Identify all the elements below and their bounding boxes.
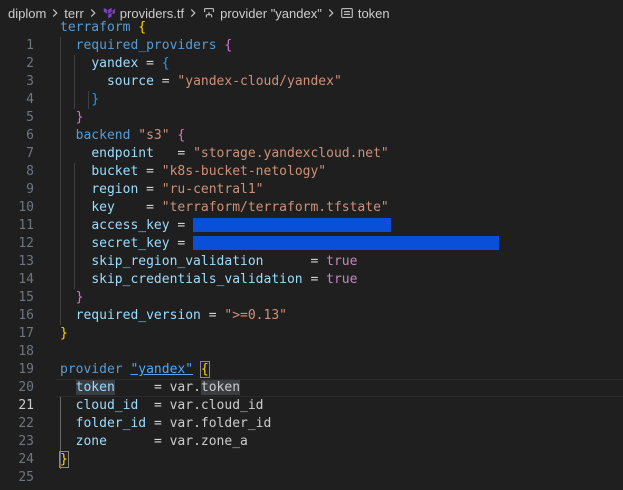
code-editor[interactable]: 1 terraform { 2 required_providers { 3 y… bbox=[0, 19, 623, 490]
code-line: 17 required_version = ">=0.13" bbox=[0, 307, 623, 341]
token-operator: = bbox=[161, 74, 170, 89]
token-operator: = bbox=[146, 182, 154, 197]
token-attribute: folder_id bbox=[75, 416, 147, 431]
token-operator: = bbox=[153, 416, 162, 431]
code-line: 15 skip_credentials_validation = true bbox=[0, 271, 623, 305]
token-keyword: required_providers bbox=[75, 38, 217, 53]
token-string: "yandex-cloud/yandex" bbox=[177, 74, 342, 89]
token-var: var.zone_a bbox=[169, 434, 248, 449]
chevron-right-icon bbox=[328, 9, 334, 17]
code-line: 7 backend "s3" { bbox=[0, 127, 623, 161]
redaction-box bbox=[193, 235, 500, 250]
token-string: "ru-central1" bbox=[161, 182, 264, 197]
code-line: 11 key = "terraform/terraform.tfstate" bbox=[0, 199, 623, 233]
code-line: 24 zone = var.zone_a bbox=[0, 433, 623, 467]
token-operator: = bbox=[310, 254, 319, 269]
code-line: 19 bbox=[0, 343, 623, 377]
token-attribute: secret_key bbox=[91, 236, 170, 251]
code-line: 13 secret_key = bbox=[0, 235, 623, 269]
token-attribute: skip_region_validation bbox=[91, 254, 264, 269]
token-attribute: token bbox=[75, 380, 115, 395]
token-keyword: provider bbox=[60, 362, 123, 377]
token-attribute: key bbox=[91, 200, 115, 215]
code-line: 25 } bbox=[0, 451, 623, 485]
token-attribute: skip_credentials_validation bbox=[91, 272, 303, 287]
token-brace: { bbox=[138, 20, 147, 35]
token-operator: = bbox=[153, 380, 162, 395]
code-line: 22 cloud_id = var.cloud_id bbox=[0, 397, 623, 431]
token-operator: = bbox=[153, 398, 162, 413]
code-line-active: 21 token = var.token bbox=[0, 379, 623, 413]
token-string: "terraform/terraform.tfstate" bbox=[161, 200, 389, 215]
token-operator: = bbox=[146, 164, 154, 179]
code-line: 20 provider "yandex" { bbox=[0, 361, 623, 395]
code-line: 8 endpoint = "storage.yandexcloud.net" bbox=[0, 145, 623, 179]
chevron-right-icon bbox=[190, 9, 196, 17]
token-string: "s3" bbox=[138, 128, 170, 143]
token-bool: true bbox=[326, 272, 358, 287]
token-operator: = bbox=[208, 308, 217, 323]
token-var: var.cloud_id bbox=[169, 398, 264, 413]
code-line: 1 terraform { bbox=[0, 19, 623, 53]
token-attribute: source bbox=[106, 74, 154, 89]
editor-window: diplom terr providers.tf provider "yande… bbox=[0, 0, 623, 490]
token-brace: { bbox=[161, 56, 170, 71]
symbol-field-icon bbox=[341, 8, 353, 18]
token-brace: { bbox=[177, 128, 186, 143]
code-line: 10 region = "ru-central1" bbox=[0, 181, 623, 215]
token-operator: = bbox=[177, 146, 186, 161]
code-line: 2 required_providers { bbox=[0, 37, 623, 71]
token-operator: = bbox=[177, 218, 186, 233]
token-var: var.folder_id bbox=[169, 416, 272, 431]
token-brace: { bbox=[224, 38, 233, 53]
token-keyword: backend bbox=[75, 128, 131, 143]
token-attribute: access_key bbox=[91, 218, 170, 233]
token-operator: = bbox=[177, 236, 186, 251]
code-line: 18 } bbox=[0, 325, 623, 359]
token-brace: } bbox=[75, 110, 84, 125]
token-attribute: bucket bbox=[91, 164, 139, 179]
token-attribute: cloud_id bbox=[75, 398, 139, 413]
chevron-right-icon bbox=[90, 9, 96, 17]
token-brace: } bbox=[59, 451, 69, 468]
code-line: 3 yandex = { bbox=[0, 55, 623, 89]
token-attribute: region bbox=[91, 182, 139, 197]
token-operator: = bbox=[153, 434, 162, 449]
code-line: 14 skip_region_validation = true bbox=[0, 253, 623, 287]
symbol-module-icon bbox=[204, 8, 215, 18]
token-brace: } bbox=[91, 92, 100, 107]
redaction-box bbox=[193, 217, 392, 232]
token-operator: = bbox=[310, 272, 319, 287]
token-operator: = bbox=[146, 200, 154, 215]
code-line: 6 } bbox=[0, 109, 623, 143]
token-brace: } bbox=[60, 326, 68, 341]
token-string: ">=0.13" bbox=[224, 308, 287, 323]
code-line: 4 source = "yandex-cloud/yandex" bbox=[0, 73, 623, 107]
line-number: 25 bbox=[18, 470, 34, 485]
terraform-file-icon bbox=[103, 7, 115, 19]
chevron-right-icon bbox=[53, 9, 58, 17]
token-var-name: token bbox=[200, 380, 241, 395]
token-attribute: yandex bbox=[91, 56, 139, 71]
token-attribute: required_version bbox=[75, 308, 201, 323]
token-string: "k8s-bucket-netology" bbox=[161, 164, 327, 179]
code-line: 9 bucket = "k8s-bucket-netology" bbox=[0, 163, 623, 197]
code-line: 23 folder_id = var.folder_id bbox=[0, 415, 623, 449]
code-line: 16 } bbox=[0, 289, 623, 323]
token-operator: = bbox=[146, 56, 154, 71]
token-string: "yandex" bbox=[130, 362, 194, 377]
code-line: 12 access_key = bbox=[0, 217, 623, 251]
token-string: "storage.yandexcloud.net" bbox=[193, 146, 389, 161]
token-attribute: endpoint bbox=[91, 146, 154, 161]
token-attribute: zone bbox=[75, 434, 107, 449]
token-keyword: terraform bbox=[60, 20, 131, 35]
token-bool: true bbox=[326, 254, 358, 269]
token-brace: { bbox=[199, 361, 210, 378]
token-brace: } bbox=[75, 290, 84, 305]
token-var: var. bbox=[169, 380, 201, 395]
code-line: 5 } bbox=[0, 91, 623, 125]
